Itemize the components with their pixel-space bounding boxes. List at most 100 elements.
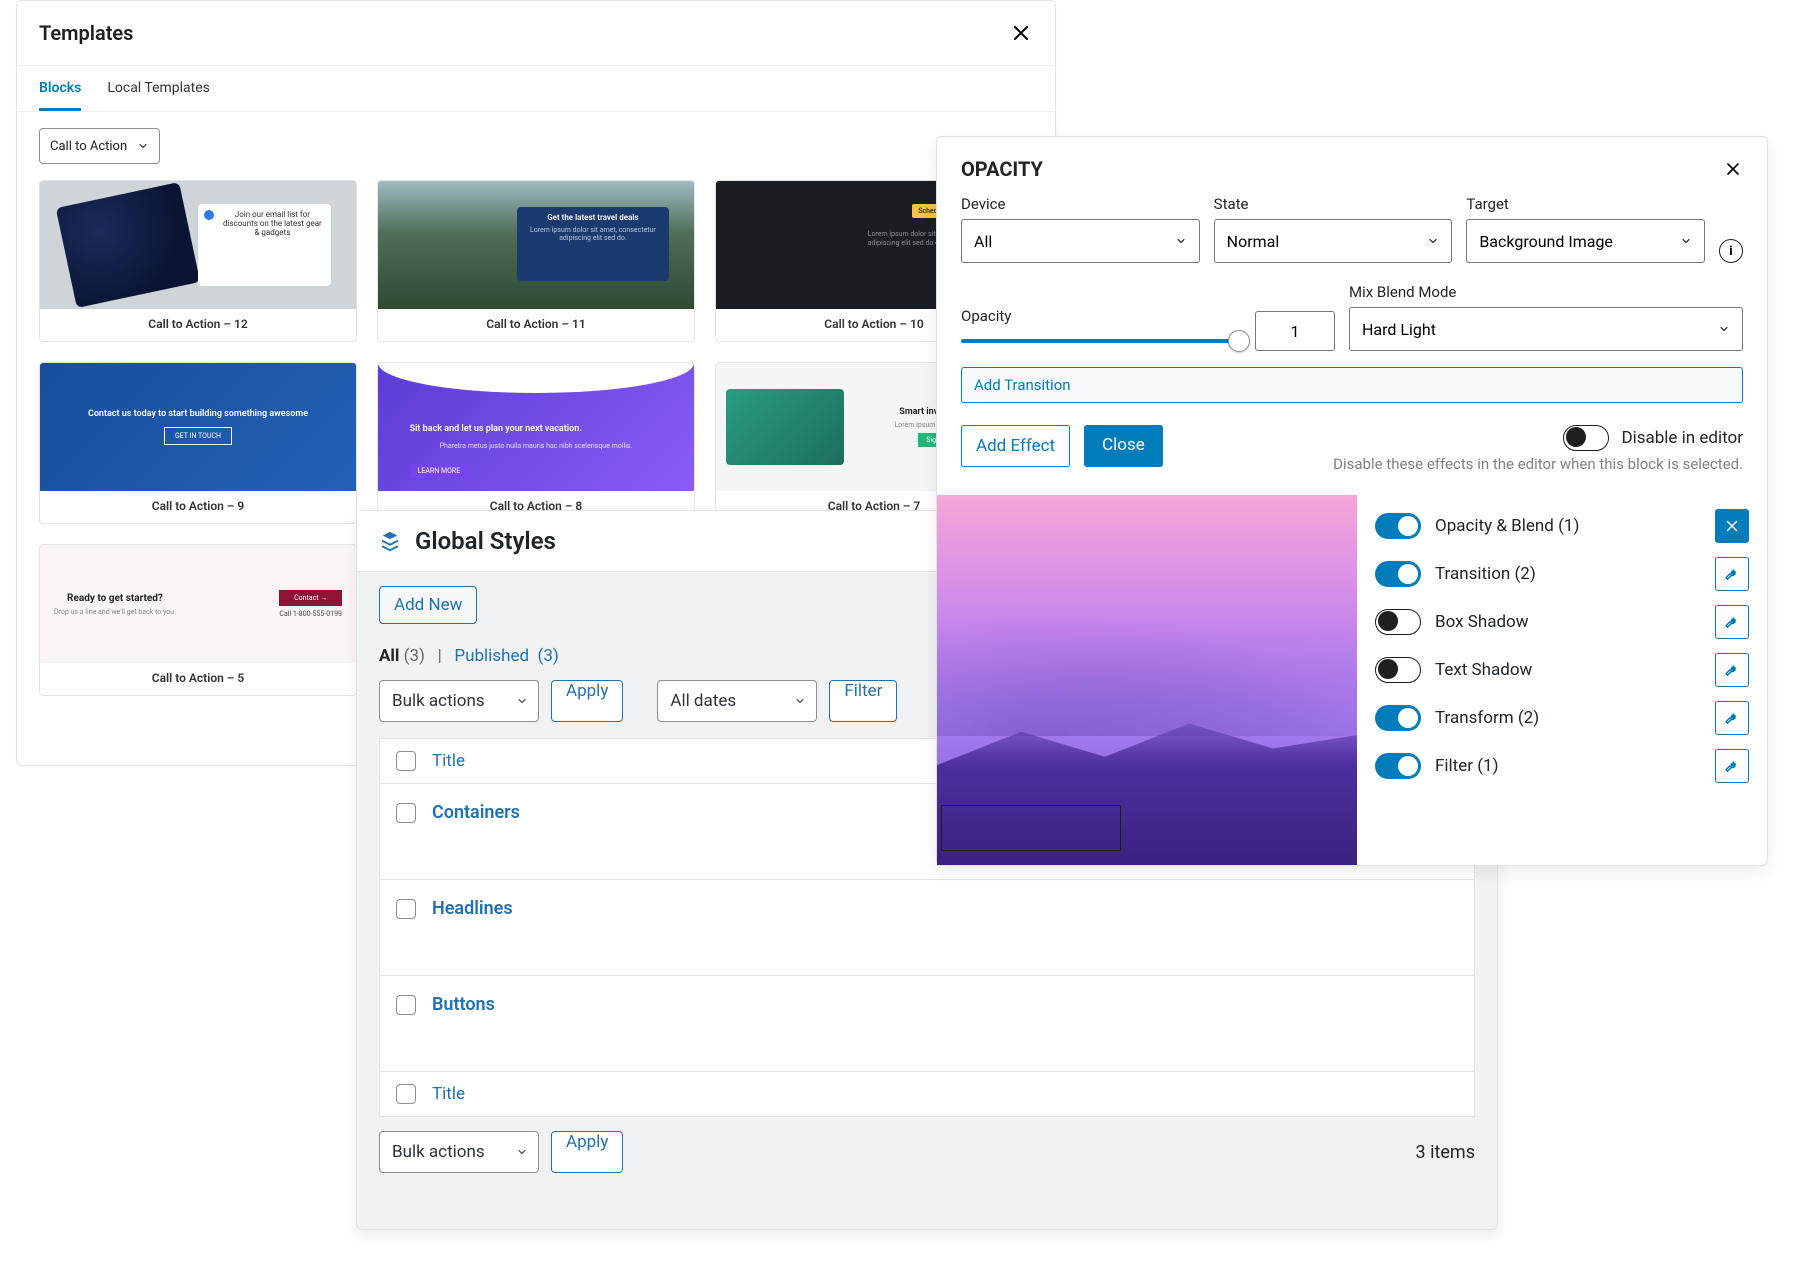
- effects-target-row: Device All State Normal Target Backgroun…: [937, 187, 1767, 263]
- template-thumbnail: Sit back and let us plan your next vacat…: [378, 363, 694, 491]
- effect-item-filter: Filter (1): [1375, 749, 1749, 783]
- chevron-down-icon: [1427, 235, 1439, 247]
- state-field: State Normal: [1214, 195, 1453, 263]
- effects-panel: OPACITY Device All State Normal Target B…: [936, 136, 1768, 866]
- filter-published[interactable]: Published: [454, 646, 529, 666]
- tab-blocks[interactable]: Blocks: [39, 66, 81, 111]
- template-card[interactable]: Get the latest travel dealsLorem ipsum d…: [377, 180, 695, 342]
- row-title-link[interactable]: Headlines: [432, 898, 513, 919]
- effect-toggle[interactable]: [1375, 513, 1421, 539]
- effect-toggle[interactable]: [1375, 609, 1421, 635]
- effects-lower: Opacity & Blend (1) Transition (2) Box S…: [937, 495, 1767, 865]
- add-effect-button[interactable]: Add Effect: [961, 425, 1070, 467]
- chevron-down-icon: [794, 695, 806, 707]
- bulk-actions-select[interactable]: Bulk actions: [379, 680, 539, 722]
- template-card[interactable]: Contact us today to start building somet…: [39, 362, 357, 524]
- effects-header: OPACITY: [937, 137, 1767, 187]
- effect-item-text-shadow: Text Shadow: [1375, 653, 1749, 687]
- effect-item-box-shadow: Box Shadow: [1375, 605, 1749, 639]
- template-label: Call to Action – 12: [40, 309, 356, 341]
- opacity-slider[interactable]: [961, 331, 1241, 351]
- effects-preview: [937, 495, 1357, 865]
- disable-in-editor-toggle[interactable]: [1563, 425, 1609, 451]
- date-filter-select[interactable]: All dates: [657, 680, 817, 722]
- category-value: Call to Action: [50, 139, 127, 154]
- opacity-value-field: [1255, 287, 1335, 351]
- row-title-link[interactable]: Containers: [432, 802, 520, 823]
- column-title[interactable]: Title: [432, 1084, 465, 1104]
- effects-footer: Add Effect Close Disable in editor Disab…: [937, 403, 1767, 495]
- mix-blend-field: Mix Blend Mode Hard Light: [1349, 283, 1743, 351]
- slider-handle[interactable]: [1228, 330, 1250, 352]
- state-select[interactable]: Normal: [1214, 219, 1453, 263]
- opacity-input[interactable]: [1255, 311, 1335, 351]
- close-button[interactable]: Close: [1084, 425, 1163, 467]
- opacity-row: Opacity Mix Blend Mode Hard Light: [937, 263, 1767, 351]
- bulk-actions-bottom: Bulk actions Apply 3 items: [379, 1131, 1475, 1173]
- templates-title: Templates: [39, 21, 133, 45]
- item-count: 3 items: [1416, 1142, 1475, 1163]
- row-checkbox[interactable]: [396, 899, 416, 919]
- filter-button[interactable]: Filter: [829, 680, 897, 722]
- info-icon[interactable]: i: [1719, 239, 1743, 263]
- wrench-icon[interactable]: [1715, 701, 1749, 735]
- wrench-icon[interactable]: [1715, 605, 1749, 639]
- device-field: Device All: [961, 195, 1200, 263]
- select-all-checkbox[interactable]: [396, 751, 416, 771]
- effect-toggle[interactable]: [1375, 561, 1421, 587]
- template-card[interactable]: Ready to get started?Drop us a line and …: [39, 544, 357, 696]
- target-select[interactable]: Background Image: [1466, 219, 1705, 263]
- add-new-button[interactable]: Add New: [379, 586, 477, 624]
- effect-toggle[interactable]: [1375, 705, 1421, 731]
- effect-item-transition: Transition (2): [1375, 557, 1749, 591]
- disable-in-editor: Disable in editor Disable these effects …: [1333, 425, 1743, 473]
- effects-title: OPACITY: [961, 157, 1043, 181]
- template-label: Call to Action – 9: [40, 491, 356, 523]
- wrench-icon[interactable]: [1715, 653, 1749, 687]
- row-checkbox[interactable]: [396, 995, 416, 1015]
- apply-button[interactable]: Apply: [551, 1131, 623, 1173]
- table-row: Headlines: [380, 880, 1474, 976]
- effects-list: Opacity & Blend (1) Transition (2) Box S…: [1357, 495, 1767, 865]
- template-thumbnail: Contact us today to start building somet…: [40, 363, 356, 491]
- add-transition-button[interactable]: Add Transition: [961, 367, 1743, 403]
- template-label: Call to Action – 11: [378, 309, 694, 341]
- row-checkbox[interactable]: [396, 803, 416, 823]
- remove-icon[interactable]: [1715, 509, 1749, 543]
- table-foot: Title: [380, 1072, 1474, 1116]
- chevron-down-icon: [1680, 235, 1692, 247]
- effect-toggle[interactable]: [1375, 753, 1421, 779]
- bulk-actions-select[interactable]: Bulk actions: [379, 1131, 539, 1173]
- templates-header: Templates: [17, 1, 1055, 66]
- wrench-icon[interactable]: [1715, 749, 1749, 783]
- opacity-slider-field: Opacity: [961, 307, 1241, 351]
- category-row: Call to Action: [17, 112, 1055, 180]
- column-title[interactable]: Title: [432, 751, 465, 771]
- category-select[interactable]: Call to Action: [39, 128, 160, 164]
- device-select[interactable]: All: [961, 219, 1200, 263]
- tab-local-templates[interactable]: Local Templates: [107, 66, 210, 111]
- effect-item-transform: Transform (2): [1375, 701, 1749, 735]
- target-field: Target Background Image: [1466, 195, 1705, 263]
- add-transition-row: Add Transition: [937, 351, 1767, 403]
- effect-toggle[interactable]: [1375, 657, 1421, 683]
- template-label: Call to Action – 5: [40, 663, 356, 695]
- close-icon[interactable]: [1723, 159, 1743, 179]
- select-all-checkbox[interactable]: [396, 1084, 416, 1104]
- row-title-link[interactable]: Buttons: [432, 994, 495, 1015]
- filter-all[interactable]: All: [379, 646, 399, 666]
- template-card[interactable]: Sit back and let us plan your next vacat…: [377, 362, 695, 524]
- apply-button[interactable]: Apply: [551, 680, 623, 722]
- close-icon[interactable]: [1009, 21, 1033, 45]
- chevron-down-icon: [1718, 323, 1730, 335]
- template-thumbnail: Get the latest travel dealsLorem ipsum d…: [378, 181, 694, 309]
- template-card[interactable]: Join our email list for discounts on the…: [39, 180, 357, 342]
- wrench-icon[interactable]: [1715, 557, 1749, 591]
- mix-blend-select[interactable]: Hard Light: [1349, 307, 1743, 351]
- chevron-down-icon: [1175, 235, 1187, 247]
- effect-item-opacity-blend: Opacity & Blend (1): [1375, 509, 1749, 543]
- chevron-down-icon: [137, 140, 149, 152]
- templates-tabs: Blocks Local Templates: [17, 66, 1055, 112]
- chevron-down-icon: [516, 1146, 528, 1158]
- selection-outline: [941, 805, 1121, 851]
